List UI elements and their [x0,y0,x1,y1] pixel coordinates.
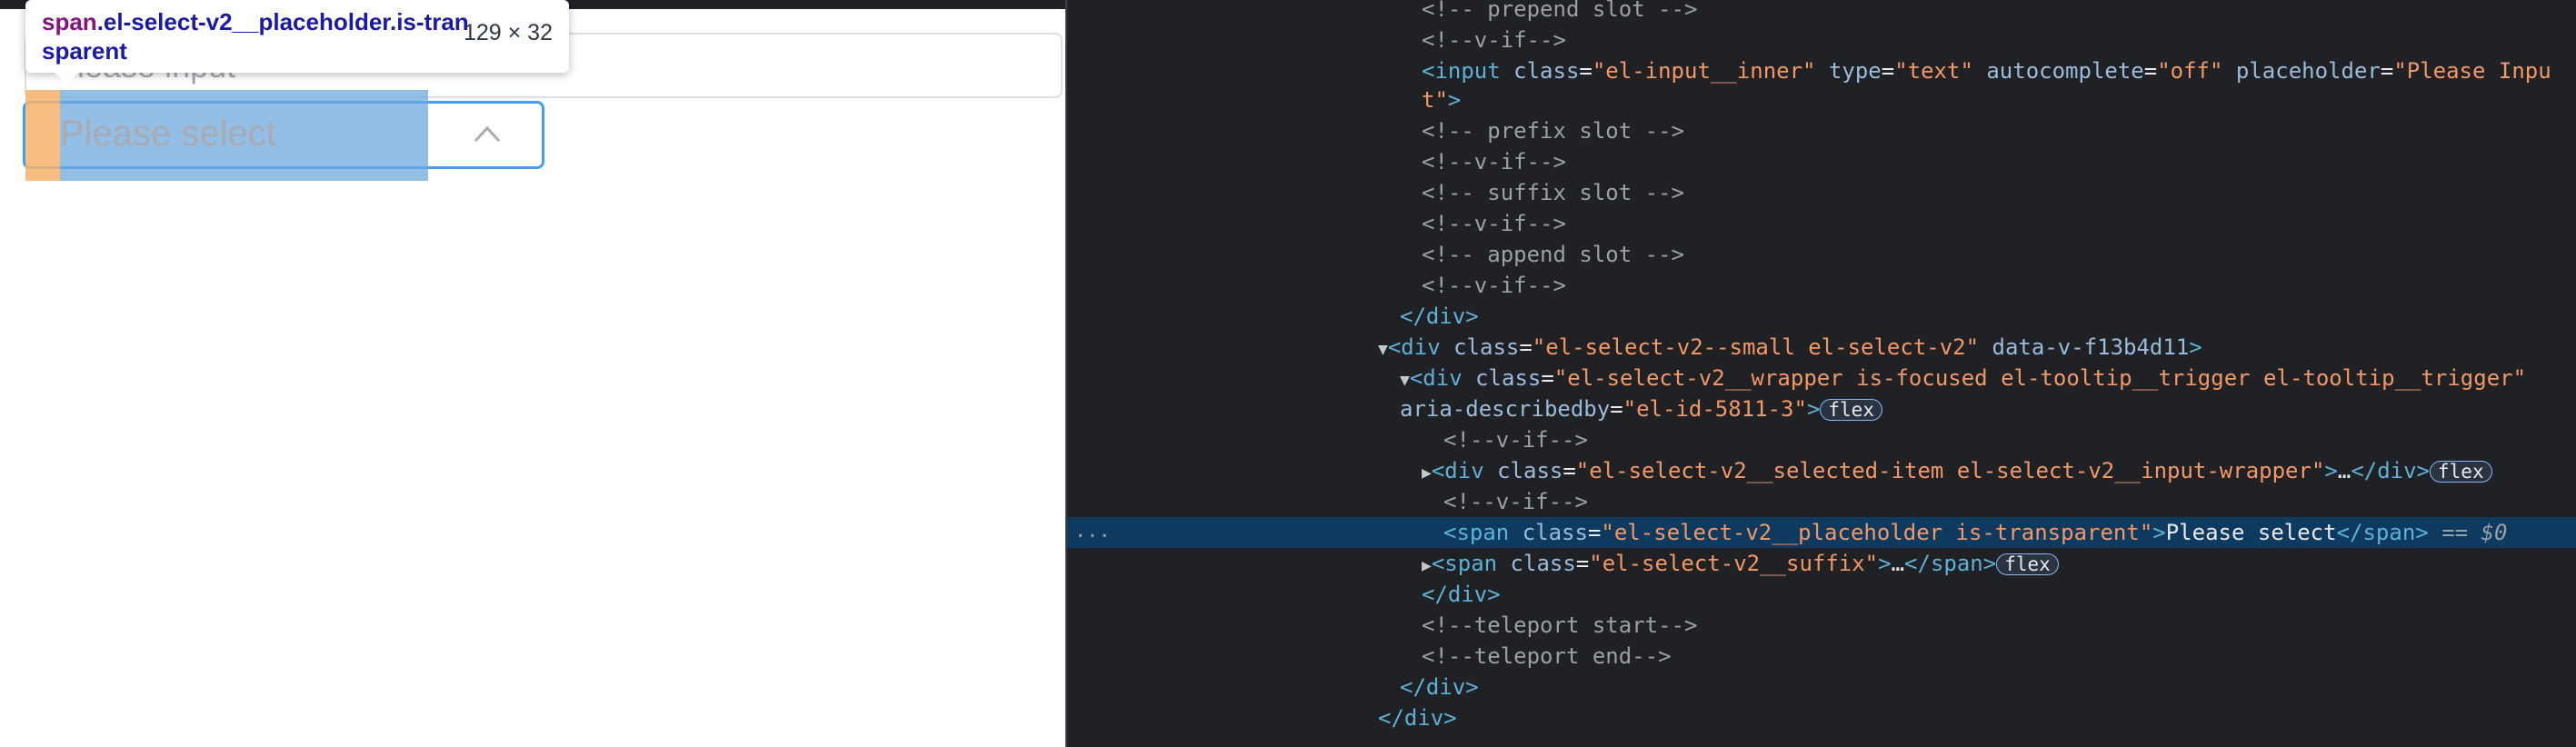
flex-badge[interactable]: flex [2430,461,2492,483]
select-placeholder: Please select [60,114,276,154]
flex-badge[interactable]: flex [1996,553,2059,575]
tooltip-class: .el-select-v2__placeholder.is-transparen… [42,8,469,65]
dom-node-comment[interactable]: <!--v-if--> [1067,424,2576,455]
collapse-triangle-icon[interactable]: ▼ [1400,371,1410,390]
dom-node-comment[interactable]: <!--v-if--> [1067,25,2576,55]
chevron-up-icon[interactable] [473,124,502,144]
dom-node-suffix[interactable]: ▶<span class="el-select-v2__suffix">…</s… [1067,548,2576,579]
dom-node-comment[interactable]: <!-- prefix slot --> [1067,115,2576,146]
dom-node-wrapper[interactable]: ▼<div class="el-select-v2__wrapper is-fo… [1067,363,2576,393]
flex-badge[interactable]: flex [1820,399,1882,421]
dom-node-comment[interactable]: <!--v-if--> [1067,146,2576,177]
tooltip-size: 129 × 32 [463,20,553,45]
dom-node-comment[interactable]: <!-- suffix slot --> [1067,177,2576,208]
dom-node-placeholder-selected[interactable]: <span class="el-select-v2__placeholder i… [1067,517,2576,548]
devtools-elements-panel: <!-- prepend slot --> <!--v-if--> <input… [1065,0,2576,747]
tooltip-tag: span [42,8,97,35]
dom-node-comment[interactable]: <!--v-if--> [1067,486,2576,517]
inspect-tooltip: span.el-select-v2__placeholder.is-transp… [25,0,569,73]
dom-node-select-v2[interactable]: ▼<div class="el-select-v2--small el-sele… [1067,332,2576,363]
dom-node-comment[interactable]: <!--teleport end--> [1067,641,2576,672]
dom-node-input[interactable]: <input class="el-input__inner" type="tex… [1067,55,2576,86]
dom-node-close-div[interactable]: </div> [1067,702,2576,733]
dom-node-close-div[interactable]: </div> [1067,579,2576,610]
dom-node-close-div[interactable]: </div> [1067,672,2576,702]
dom-node-close-div[interactable]: </div> [1067,301,2576,332]
dom-node-input-wrap[interactable]: t"> [1067,85,2576,115]
dom-node-comment[interactable]: <!-- prepend slot --> [1067,0,2576,25]
inspect-highlight-padding [25,90,60,181]
dom-node-comment[interactable]: <!--v-if--> [1067,208,2576,239]
collapse-triangle-icon[interactable]: ▼ [1378,340,1388,359]
page-preview: Please input Please select span.el-selec… [0,0,1065,747]
dom-node-wrapper-attrs[interactable]: aria-describedby="el-id-5811-3"> flex [1067,393,2576,424]
dom-node-selected-item[interactable]: ▶<div class="el-select-v2__selected-item… [1067,455,2576,486]
dom-node-comment[interactable]: <!--v-if--> [1067,270,2576,301]
tooltip-selector: span.el-select-v2__placeholder.is-transp… [42,7,469,65]
more-options-icon[interactable]: ··· [1074,525,1111,548]
expand-triangle-icon[interactable]: ▶ [1422,556,1432,575]
dom-node-comment[interactable]: <!--teleport start--> [1067,610,2576,641]
expand-triangle-icon[interactable]: ▶ [1422,463,1432,483]
dom-node-comment[interactable]: <!-- append slot --> [1067,239,2576,270]
selected-marker: == $0 [2441,520,2508,545]
tooltip-arrow [55,73,78,85]
